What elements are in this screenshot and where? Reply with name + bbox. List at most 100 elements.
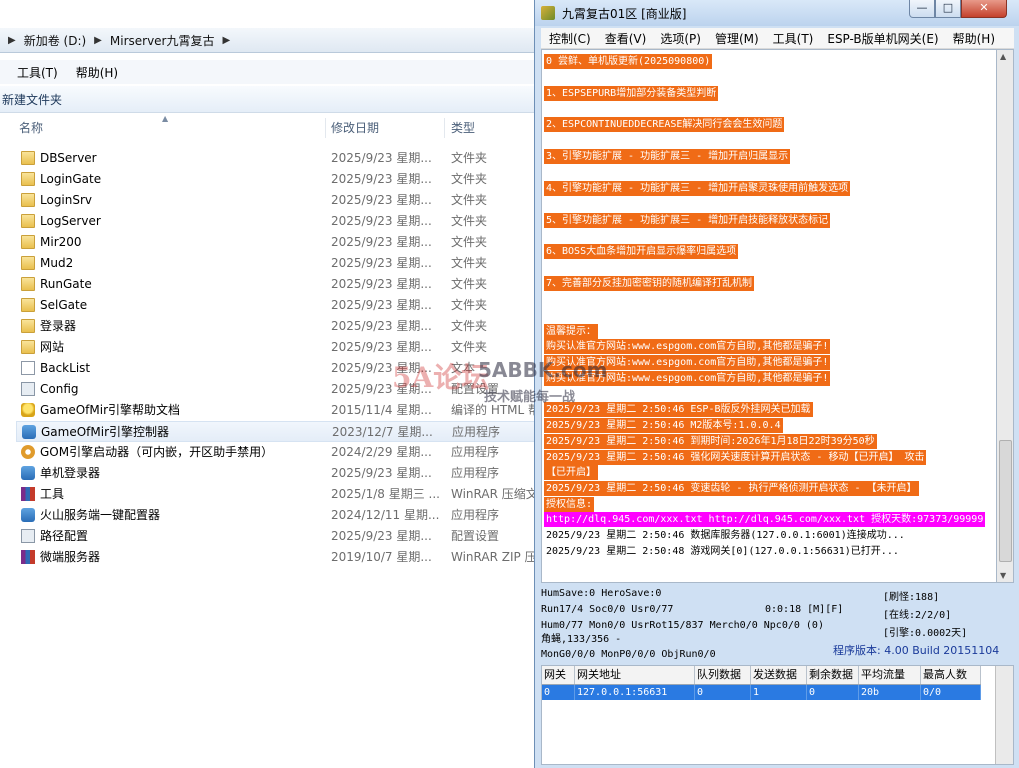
log-line: 1、ESPSEPURB增加部分装备类型判断 xyxy=(544,85,719,101)
column-header-name[interactable]: 名称 xyxy=(19,114,43,142)
breadcrumb-folder[interactable]: Mirserver九霄复古 xyxy=(110,32,215,49)
server-menu-item[interactable]: ESP-B版单机网关(E) xyxy=(827,30,938,47)
file-row[interactable]: 网站 2025/9/23 星期... 文件夹 xyxy=(16,337,536,358)
file-row[interactable]: 登录器 2025/9/23 星期... 文件夹 xyxy=(16,316,536,337)
folder-icon xyxy=(21,235,35,249)
log-line: 购买认准官方网站:www.espgom.com官方自助,其他都是骗子! xyxy=(544,355,831,370)
maximize-button[interactable]: □ xyxy=(935,0,961,18)
chevron-right-icon[interactable]: ▶ xyxy=(94,35,102,46)
scroll-up-icon[interactable]: ▲ xyxy=(1000,52,1006,61)
file-row[interactable]: DBServer 2025/9/23 星期... 文件夹 xyxy=(16,148,536,169)
log-line: 2025/9/23 星期二 2:50:46 M2版本号:1.0.0.4 xyxy=(544,418,783,434)
file-row[interactable]: Mud2 2025/9/23 星期... 文件夹 xyxy=(16,253,536,274)
file-date: 2025/9/23 星期... xyxy=(331,529,432,543)
scroll-down-icon[interactable]: ▼ xyxy=(1000,571,1006,580)
server-menu-item[interactable]: 管理(M) xyxy=(715,30,759,47)
server-menu-item[interactable]: 工具(T) xyxy=(773,30,814,47)
gateway-column-header[interactable]: 网关 xyxy=(542,666,575,684)
file-row[interactable]: GameOfMir引擎控制器 2023/12/7 星期... 应用程序 xyxy=(16,421,536,442)
file-name: 网站 xyxy=(40,340,65,354)
file-row[interactable]: 火山服务端一键配置器 2024/12/11 星期... 应用程序 xyxy=(16,505,536,526)
file-type: 应用程序 xyxy=(451,466,500,480)
address-bar[interactable]: ▶ 新加卷 (D:) ▶ Mirserver九霄复古 ▶ xyxy=(0,28,536,53)
file-name: SelGate xyxy=(40,298,88,312)
sort-up-icon: ▲ xyxy=(162,114,169,123)
help-file-icon xyxy=(21,403,35,417)
file-row[interactable]: SelGate 2025/9/23 星期... 文件夹 xyxy=(16,295,536,316)
file-row[interactable]: BackList 2025/9/23 星期... 文本 xyxy=(16,358,536,379)
file-row[interactable]: Config 2025/9/23 星期... 配置设置 xyxy=(16,379,536,400)
file-row[interactable]: 单机登录器 2025/9/23 星期... 应用程序 xyxy=(16,463,536,484)
gateway-column-header[interactable]: 剩余数据 xyxy=(807,666,859,684)
file-name: Config xyxy=(40,382,79,396)
server-menu-item[interactable]: 控制(C) xyxy=(549,30,591,47)
config-file-icon xyxy=(21,382,35,396)
breadcrumb-drive[interactable]: 新加卷 (D:) xyxy=(24,32,86,49)
menu-help[interactable]: 帮助(H) xyxy=(76,64,118,81)
column-header-date[interactable]: 修改日期 xyxy=(331,114,379,142)
file-row[interactable]: Mir200 2025/9/23 星期... 文件夹 xyxy=(16,232,536,253)
gateway-cell: 0/0 xyxy=(921,685,981,700)
file-type: 配置设置 xyxy=(451,382,500,396)
scroll-thumb[interactable] xyxy=(999,440,1012,562)
log-line: 授权信息: xyxy=(544,496,595,512)
file-row[interactable]: RunGate 2025/9/23 星期... 文件夹 xyxy=(16,274,536,295)
file-date: 2025/9/23 星期... xyxy=(331,466,432,480)
stat-uptime: 0:0:18 [M][F] xyxy=(765,604,844,615)
file-type: 文本 xyxy=(451,361,476,375)
column-divider[interactable] xyxy=(444,118,445,138)
file-row[interactable]: LoginSrv 2025/9/23 星期... 文件夹 xyxy=(16,190,536,211)
log-scrollbar[interactable]: ▲ ▼ xyxy=(997,49,1014,583)
close-button[interactable]: ✕ xyxy=(961,0,1007,18)
server-menu-item[interactable]: 帮助(H) xyxy=(953,30,995,47)
gateway-column-header[interactable]: 平均流量 xyxy=(859,666,921,684)
file-type: 文件夹 xyxy=(451,256,488,270)
file-row[interactable]: 微端服务器 2019/10/7 星期... WinRAR ZIP 压 xyxy=(16,547,537,568)
gateway-cell: 0 xyxy=(542,685,575,700)
folder-icon xyxy=(21,319,35,333)
text-file-icon xyxy=(21,361,35,375)
file-row[interactable]: GameOfMir引擎帮助文档 2015/11/4 星期... 编译的 HTML 帮 xyxy=(16,400,540,421)
chevron-right-icon[interactable]: ▶ xyxy=(222,35,230,46)
file-name: LoginSrv xyxy=(40,193,93,207)
file-row[interactable]: LoginGate 2025/9/23 星期... 文件夹 xyxy=(16,169,536,190)
file-date: 2025/9/23 星期... xyxy=(331,214,432,228)
gateway-column-header[interactable]: 发送数据 xyxy=(751,666,807,684)
file-type: 文件夹 xyxy=(451,319,488,333)
file-type: 应用程序 xyxy=(451,445,500,459)
file-row[interactable]: LogServer 2025/9/23 星期... 文件夹 xyxy=(16,211,536,232)
gateway-scrollbar[interactable] xyxy=(995,666,1013,764)
title-bar[interactable]: 九霄复古01区 [商业版] — □ ✕ xyxy=(535,0,1019,26)
app-icon xyxy=(21,466,35,480)
new-folder-button[interactable]: 新建文件夹 xyxy=(2,91,62,108)
gateway-cell: 0 xyxy=(695,685,751,700)
log-output[interactable]: 0 尝鲜、单机版更新(2025090800) 1、ESPSEPURB增加部分装备类… xyxy=(541,49,997,583)
minimize-button[interactable]: — xyxy=(909,0,935,18)
column-header-type[interactable]: 类型 xyxy=(451,114,475,142)
log-line: 5、引擎功能扩展 - 功能扩展三 - 增加开启技能释放状态标记 xyxy=(544,212,831,228)
file-name: LoginGate xyxy=(40,172,102,186)
stat-hum: Hum0/77 Mon0/0 UsrRot15/837 Merch0/0 Npc… xyxy=(541,620,824,631)
log-line: 购买认准官方网站:www.espgom.com官方自助,其他都是骗子! xyxy=(544,370,831,386)
server-menu-item[interactable]: 查看(V) xyxy=(605,30,647,47)
stat-engine: [引擎:0.0002天] xyxy=(883,628,968,639)
file-row[interactable]: 工具 2025/1/8 星期三 ... WinRAR 压缩文 xyxy=(16,484,538,505)
log-line: 2025/9/23 星期二 2:50:46 数据库服务器(127.0.0.1:6… xyxy=(546,530,905,541)
gateway-column-header[interactable]: 网关地址 xyxy=(575,666,695,684)
log-line: 4、引擎功能扩展 - 功能扩展三 - 增加开启聚灵珠使用前触发选项 xyxy=(544,180,851,196)
stat-save: HumSave:0 HeroSave:0 xyxy=(541,588,662,599)
gateway-cell: 127.0.0.1:56631 xyxy=(575,685,695,700)
command-bar: 新建文件夹 xyxy=(0,86,536,113)
explorer-menu-bar: 工具(T) 帮助(H) xyxy=(0,60,536,84)
file-row[interactable]: 路径配置 2025/9/23 星期... 配置设置 xyxy=(16,526,536,547)
server-menu-item[interactable]: 选项(P) xyxy=(660,30,701,47)
stat-map: 角蝇,133/356 - xyxy=(541,634,622,645)
menu-tools[interactable]: 工具(T) xyxy=(17,64,58,81)
file-name: GameOfMir引擎控制器 xyxy=(41,425,170,439)
column-divider[interactable] xyxy=(325,118,326,138)
gateway-row[interactable]: 0 127.0.0.1:56631 0 1 0 20b 0/0 xyxy=(542,685,981,700)
app-icon xyxy=(22,425,36,439)
gateway-column-header[interactable]: 队列数据 xyxy=(695,666,751,684)
gateway-column-header[interactable]: 最高人数 xyxy=(921,666,981,684)
file-row[interactable]: GOM引擎启动器（可内嵌，开区助手禁用） 2024/2/29 星期... 应用程序 xyxy=(16,442,536,463)
